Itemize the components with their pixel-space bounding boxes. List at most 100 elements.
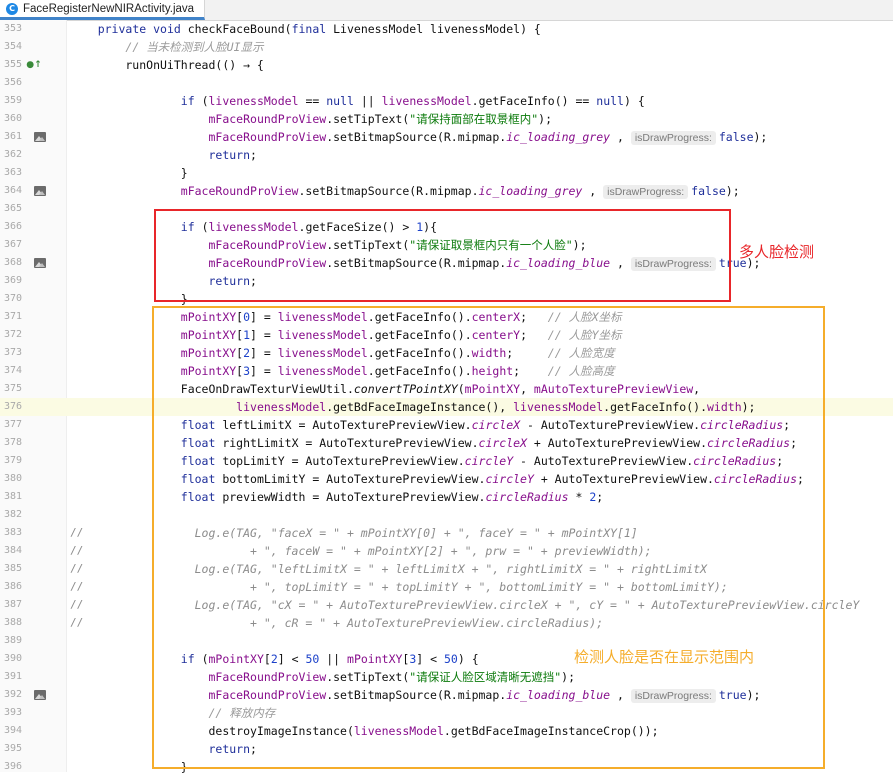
code-token: "请保持面部在取景框内" (409, 112, 539, 126)
code-line[interactable]: 363 } (0, 164, 893, 182)
line-number: 389 (3, 635, 22, 646)
code-line[interactable]: 354 // 当未检测到人脸UI显示 (0, 38, 893, 56)
line-number: 379 (3, 455, 22, 466)
line-number: 384 (3, 545, 22, 556)
line-number: 369 (3, 275, 22, 286)
line-number: 366 (3, 221, 22, 232)
code-token: } (70, 166, 188, 180)
line-number: 387 (3, 599, 22, 610)
code-line[interactable]: 360 mFaceRoundProView.setTipText("请保持面部在… (0, 110, 893, 128)
line-number: 356 (3, 77, 22, 88)
code-line[interactable]: 356 (0, 74, 893, 92)
line-number: 363 (3, 167, 22, 178)
code-token: .setTipText( (326, 112, 410, 126)
override-up-arrow-icon[interactable]: ●↑ (26, 59, 41, 71)
image-resource-icon[interactable] (33, 185, 47, 197)
code-line[interactable]: 364 mFaceRoundProView.setBitmapSource(R.… (0, 182, 893, 200)
line-number: 365 (3, 203, 22, 214)
code-token: .setBitmapSource(R.mipmap. (326, 130, 507, 144)
code-line[interactable]: 353 private void checkFaceBound(final Li… (0, 20, 893, 38)
line-number: 359 (3, 95, 22, 106)
range-check-highlight-box (152, 306, 825, 769)
line-number: 371 (3, 311, 22, 322)
code-text: mFaceRoundProView.setBitmapSource(R.mipm… (70, 182, 740, 200)
code-token: ); (538, 112, 552, 126)
code-text: // 当未检测到人脸UI显示 (70, 38, 264, 56)
line-number: 396 (3, 761, 22, 772)
line-number: 364 (3, 185, 22, 196)
code-token: ); (753, 130, 768, 144)
parameter-hint: isDrawProgress: (630, 131, 716, 145)
code-token: .getFaceInfo() == (471, 94, 597, 108)
line-number: 390 (3, 653, 22, 664)
line-number: 361 (3, 131, 22, 142)
image-resource-icon[interactable] (33, 257, 47, 269)
multi-face-annotation: 多人脸检测 (739, 243, 815, 261)
line-number: 391 (3, 671, 22, 682)
line-number: 375 (3, 383, 22, 394)
line-number: 380 (3, 473, 22, 484)
line-number: 392 (3, 689, 22, 700)
code-token: ( (194, 94, 209, 108)
line-number: 385 (3, 563, 22, 574)
code-token: null (596, 94, 624, 108)
code-line[interactable]: 355 ●↑ runOnUiThread(() → { (0, 56, 893, 74)
code-token: ; (250, 148, 257, 162)
code-token: || (353, 94, 382, 108)
line-number: 373 (3, 347, 22, 358)
code-token: checkFaceBound( (180, 22, 292, 36)
code-token: // 当未检测到人脸UI显示 (125, 40, 264, 54)
code-token: final (291, 22, 327, 36)
line-number: 394 (3, 725, 22, 736)
line-number: 374 (3, 365, 22, 376)
line-number: 367 (3, 239, 22, 250)
code-token: private void (97, 22, 181, 36)
code-token: .setBitmapSource(R.mipmap. (298, 184, 479, 198)
code-token: ic_loading_grey (506, 130, 611, 144)
code-line[interactable]: 361 mFaceRoundProView.setBitmapSource(R.… (0, 128, 893, 146)
line-number: 383 (3, 527, 22, 538)
line-number: 360 (3, 113, 22, 124)
parameter-hint: isDrawProgress: (603, 185, 689, 199)
line-number: 355 (3, 59, 22, 70)
line-number: 395 (3, 743, 22, 754)
image-resource-icon[interactable] (33, 689, 47, 701)
line-number: 354 (3, 41, 22, 52)
code-line[interactable]: 362 return; (0, 146, 893, 164)
multi-face-highlight-box (154, 209, 731, 302)
code-token: false (718, 130, 754, 144)
line-number: 388 (3, 617, 22, 628)
code-text: if (livenessModel == null || livenessMod… (70, 92, 645, 110)
image-resource-icon[interactable] (33, 131, 47, 143)
line-number: 382 (3, 509, 22, 520)
line-number: 368 (3, 257, 22, 268)
code-token: , (610, 130, 631, 144)
code-token: ); (725, 184, 740, 198)
line-number: 393 (3, 707, 22, 718)
code-token: livenessModel (208, 94, 299, 108)
line-number: 372 (3, 329, 22, 340)
code-token: mFaceRoundProView (208, 112, 327, 126)
line-number: 377 (3, 419, 22, 430)
code-token: mFaceRoundProView (208, 130, 327, 144)
code-text: return; (70, 146, 257, 164)
line-number: 353 (3, 23, 22, 34)
code-line[interactable]: 359 if (livenessModel == null || livenes… (0, 92, 893, 110)
line-number: 370 (3, 293, 22, 304)
code-token: if (180, 94, 195, 108)
code-text: mFaceRoundProView.setBitmapSource(R.mipm… (70, 128, 767, 146)
code-text: } (70, 164, 188, 182)
code-token: ic_loading_grey (478, 184, 583, 198)
code-text: mFaceRoundProView.setTipText("请保持面部在取景框内… (70, 110, 552, 128)
line-number: 386 (3, 581, 22, 592)
line-number: 376 (3, 401, 22, 412)
range-check-annotation: 检测人脸是否在显示范围内 (574, 648, 755, 666)
code-token: mFaceRoundProView (180, 184, 299, 198)
code-token: false (691, 184, 726, 198)
code-token: LivenessModel livenessModel) { (326, 22, 541, 36)
